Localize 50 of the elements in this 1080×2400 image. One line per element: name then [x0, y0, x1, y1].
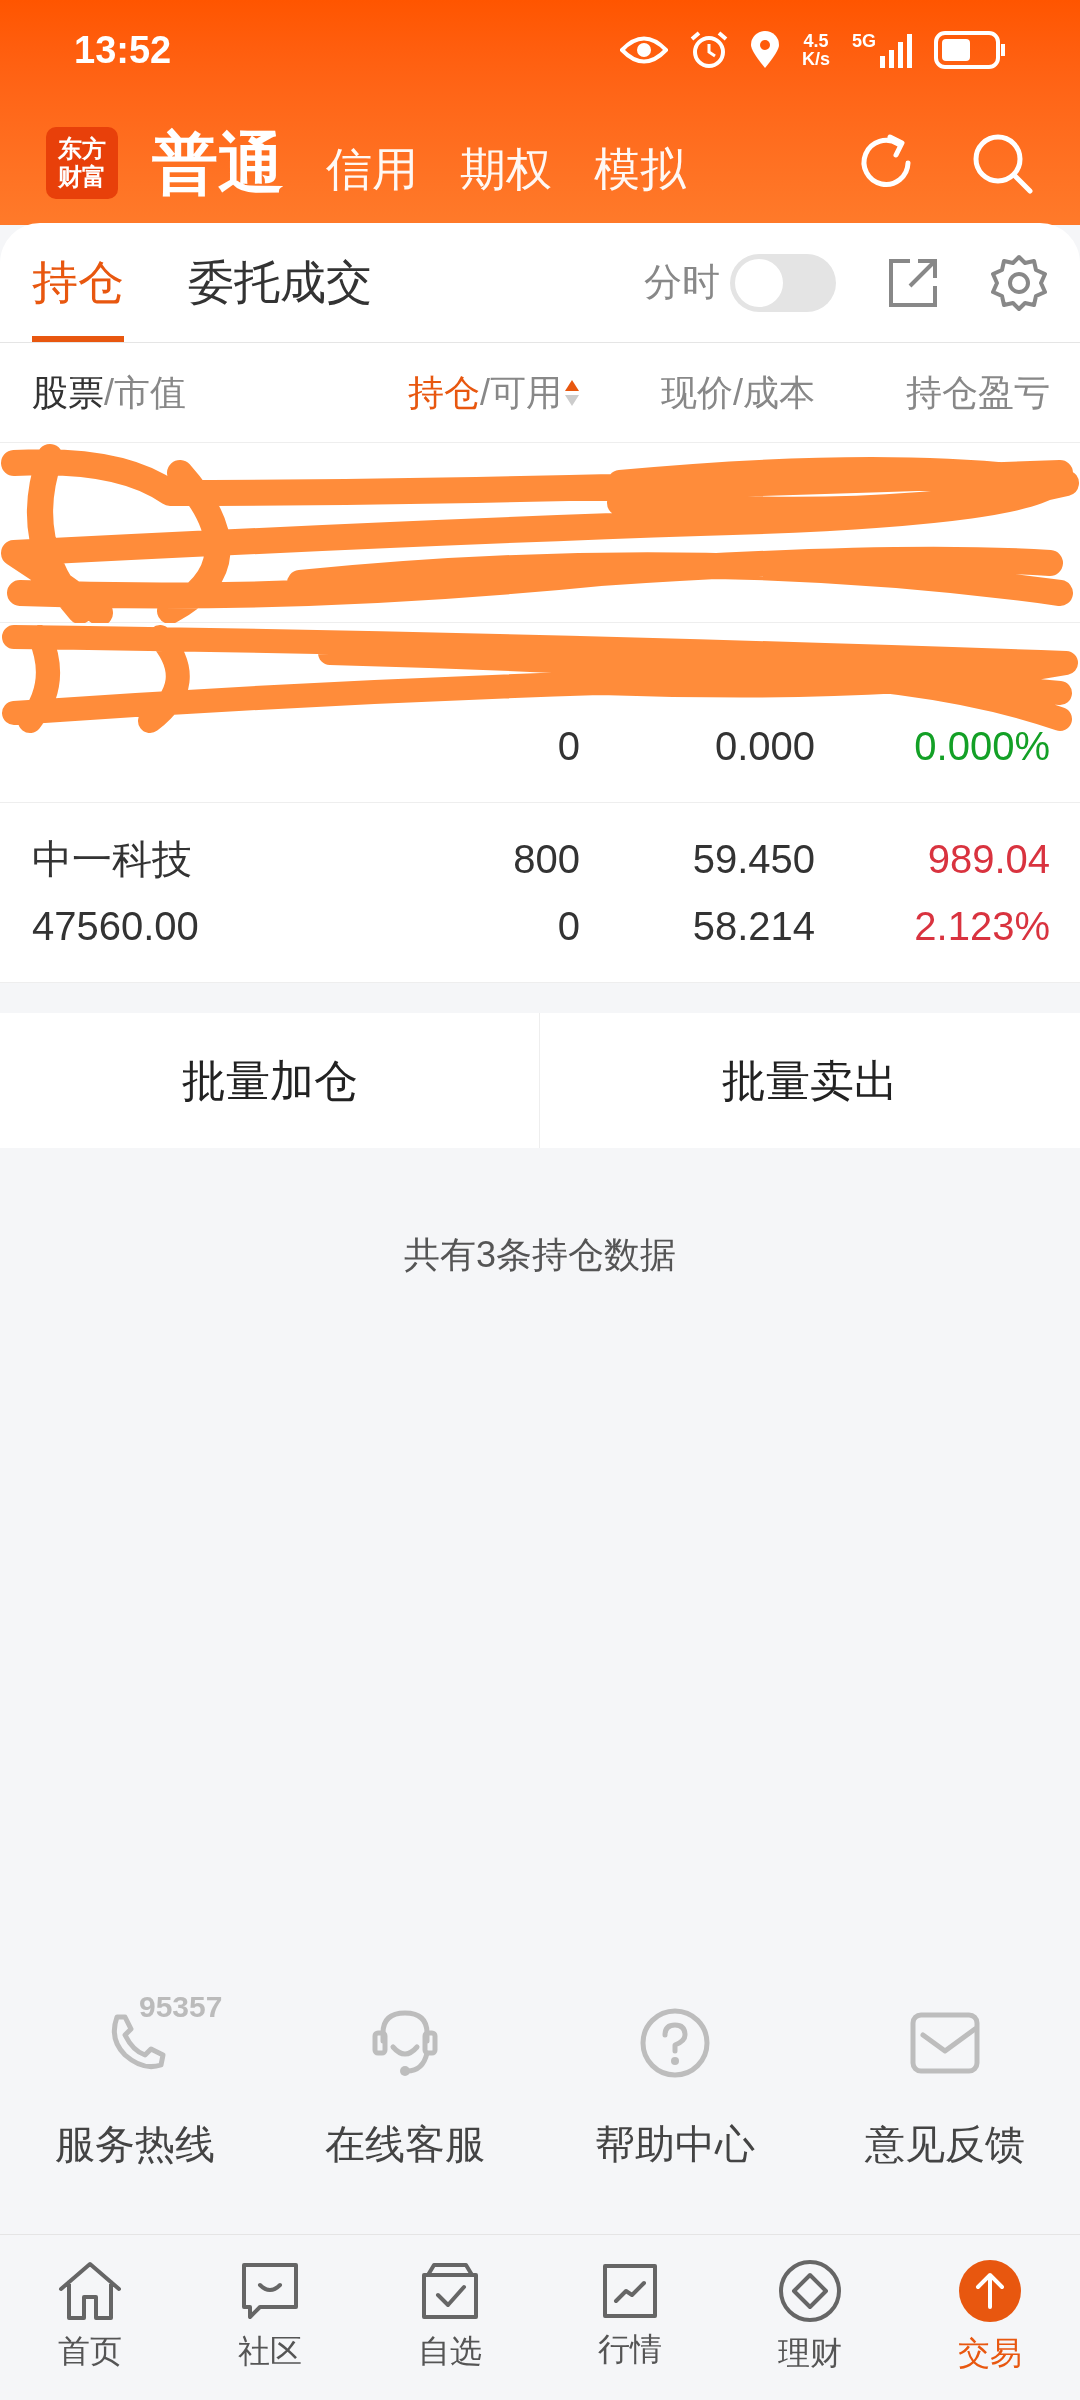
pnl-value: 989.04 [926, 835, 1050, 883]
nav-tab[interactable]: 自选 [360, 2260, 540, 2375]
signal-icon [880, 32, 912, 68]
hotline-number: 95357 [139, 1989, 223, 2025]
market-value: 47560.00 [32, 903, 200, 951]
column-header[interactable]: 股票/市值 [32, 365, 186, 420]
help-icon [639, 2007, 711, 2079]
service-label[interactable]: 帮助中心 [595, 2114, 755, 2174]
eye-icon [619, 35, 668, 65]
alarm-icon [689, 31, 728, 69]
service-label[interactable]: 在线客服 [325, 2114, 485, 2174]
checkbox-icon [420, 2260, 480, 2321]
nav-tab[interactable]: 社区 [180, 2260, 360, 2375]
battery-icon [934, 31, 1006, 69]
nav-tab[interactable]: 行情 [540, 2262, 720, 2373]
mail-icon [909, 2011, 981, 2075]
toggle-label: 分时 [644, 260, 720, 305]
pnl-percent: 0.000% [913, 723, 1050, 771]
available-value: 0 [556, 903, 580, 951]
cost-value: 58.214 [691, 903, 815, 951]
nav-tab[interactable]: 理财 [720, 2258, 900, 2377]
price-value: 59.450 [691, 835, 815, 883]
holdings-tab[interactable]: 委托成交 [188, 223, 372, 342]
speed-unit: K/s [801, 50, 830, 68]
position-value: 800 [512, 835, 580, 883]
app-logo: 东方 财富 [46, 126, 118, 199]
cost-value: 0.000 [713, 723, 815, 771]
summary-text: 共有3条持仓数据 [404, 1233, 676, 1277]
trade-icon [958, 2258, 1022, 2323]
location-icon [749, 31, 780, 69]
holdings-tab[interactable]: 持仓 [32, 223, 124, 342]
batch-button[interactable]: 批量加仓 [0, 1013, 540, 1148]
status-time: 13:52 [74, 27, 172, 73]
network-label: 5G [852, 32, 876, 50]
settings-icon[interactable] [990, 253, 1048, 312]
column-header[interactable]: 持仓盈亏 [906, 365, 1050, 420]
pnl-percent: 2.123% [913, 903, 1050, 951]
available-value: 0 [556, 723, 580, 771]
service-label[interactable]: 意见反馈 [865, 2114, 1025, 2174]
home-icon [57, 2260, 123, 2321]
nav-tab[interactable]: 首页 [0, 2260, 180, 2375]
service-label[interactable]: 服务热线 [55, 2114, 215, 2174]
column-header[interactable]: 现价/成本 [661, 365, 815, 420]
chat-icon [240, 2260, 300, 2321]
share-icon[interactable] [888, 257, 938, 308]
stock-name: 中一科技 [32, 835, 193, 883]
speed-value: 4.5 [803, 32, 829, 50]
chart-icon [602, 2262, 658, 2319]
column-header[interactable]: 持仓/可用 [408, 365, 562, 420]
batch-button[interactable]: 批量卖出 [540, 1013, 1080, 1148]
